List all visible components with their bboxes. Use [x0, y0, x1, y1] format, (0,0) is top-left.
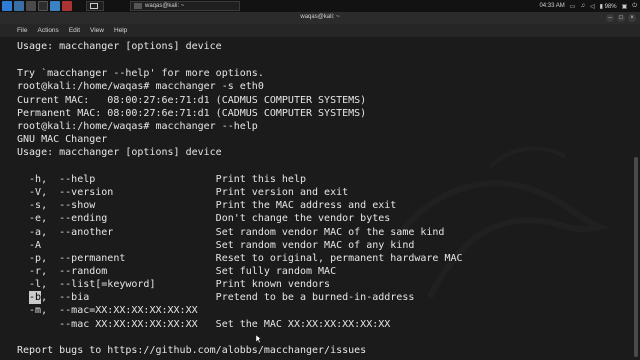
system-tray: 04:33 AM ▭ ♫ ◁ ▮ 98% ▣ ⏻ [539, 1, 637, 11]
file-manager-icon[interactable] [26, 1, 36, 11]
terminal-line: --mac XX:XX:XX:XX:XX:XX Set the MAC XX:X… [17, 319, 391, 330]
terminal-line: Try `macchanger --help' for more options… [17, 68, 264, 79]
selection-highlight [29, 291, 41, 304]
volume-icon[interactable]: ◁ [590, 3, 595, 10]
taskbar: waqas@kali: ~ 04:33 AM ▭ ♫ ◁ ▮ 98% ▣ ⏻ [0, 0, 640, 12]
menu-edit[interactable]: Edit [69, 27, 80, 34]
network-icon[interactable]: ▭ [570, 3, 576, 10]
terminal-task-icon [134, 3, 142, 9]
close-button[interactable]: × [628, 14, 636, 22]
menu-actions[interactable]: Actions [37, 27, 58, 34]
battery-percent: 98% [604, 3, 617, 10]
taskbar-window-title: waqas@kali: ~ [145, 3, 185, 9]
terminal-line: -e, --ending Don't change the vendor byt… [17, 213, 391, 224]
window-controls: – □ × [606, 14, 636, 22]
workspace-1-icon[interactable] [14, 1, 24, 11]
terminal-line: Report bugs to https://github.com/alobbs… [17, 345, 367, 356]
maximize-button[interactable]: □ [617, 14, 625, 22]
menu-help[interactable]: Help [114, 27, 127, 34]
menu-bar: File Actions Edit View Help [0, 24, 640, 37]
battery-indicator[interactable]: ▮ 98% [600, 3, 617, 10]
terminal-line: GNU MAC Changer [17, 134, 108, 145]
minimize-button[interactable]: – [606, 14, 614, 22]
power-icon[interactable]: ⏻ [632, 3, 637, 10]
terminal-output[interactable]: Usage: macchanger [options] device Try `… [0, 37, 632, 360]
terminal-line: -r, --random Set fully random MAC [17, 266, 337, 277]
terminal-line: -p, --permanent Reset to original, perma… [17, 253, 463, 264]
clock[interactable]: 04:33 AM [539, 3, 564, 9]
taskbar-window-terminal[interactable] [86, 1, 104, 11]
terminal-line: -a, --another Set random vendor MAC of t… [17, 227, 445, 238]
app-icon[interactable] [62, 1, 72, 11]
scrollbar-thumb[interactable] [634, 157, 638, 357]
terminal-line: root@kali:/home/waqas# macchanger --help [17, 121, 258, 132]
kali-dragon-watermark [387, 146, 610, 299]
terminal-line: -h, --help Print this help [17, 174, 306, 185]
window-title: waqas@kali: ~ [300, 14, 340, 20]
terminal-line: -m, --mac=XX:XX:XX:XX:XX:XX [17, 305, 198, 316]
terminal-line: Current MAC: 08:00:27:6e:71:d1 (CADMUS C… [17, 95, 367, 106]
terminal-line: root@kali:/home/waqas# macchanger -s eth… [17, 81, 264, 92]
taskbar-window-active[interactable]: waqas@kali: ~ [130, 1, 240, 11]
terminal-scrollbar[interactable] [632, 37, 640, 360]
terminal-line: -s, --show Print the MAC address and exi… [17, 200, 397, 211]
terminal-line: Usage: macchanger [options] device [17, 41, 222, 52]
terminal-line: Permanent MAC: 08:00:27:6e:71:d1 (CADMUS… [17, 108, 367, 119]
terminal-line: -V, --version Print version and exit [17, 187, 349, 198]
browser-icon[interactable] [50, 1, 60, 11]
terminal-line: -A Set random vendor MAC of any kind [17, 240, 415, 251]
terminal-line: -l, --list[=keyword] Print known vendors [17, 279, 331, 290]
terminal-line: Usage: macchanger [options] device [17, 147, 222, 158]
window-titlebar[interactable]: waqas@kali: ~ – □ × [0, 12, 640, 24]
kali-menu-icon[interactable] [2, 1, 12, 11]
lock-icon[interactable]: ▣ [622, 3, 628, 10]
taskbar-launchers [2, 1, 72, 11]
terminal-line: -b, --bia Pretend to be a burned-in-addr… [17, 292, 415, 303]
terminal-task-icon [90, 3, 98, 9]
terminal-icon[interactable] [38, 1, 48, 11]
mouse-pointer-icon [256, 335, 261, 343]
menu-file[interactable]: File [17, 27, 27, 34]
menu-view[interactable]: View [90, 27, 104, 34]
notification-icon[interactable]: ♫ [580, 3, 585, 9]
